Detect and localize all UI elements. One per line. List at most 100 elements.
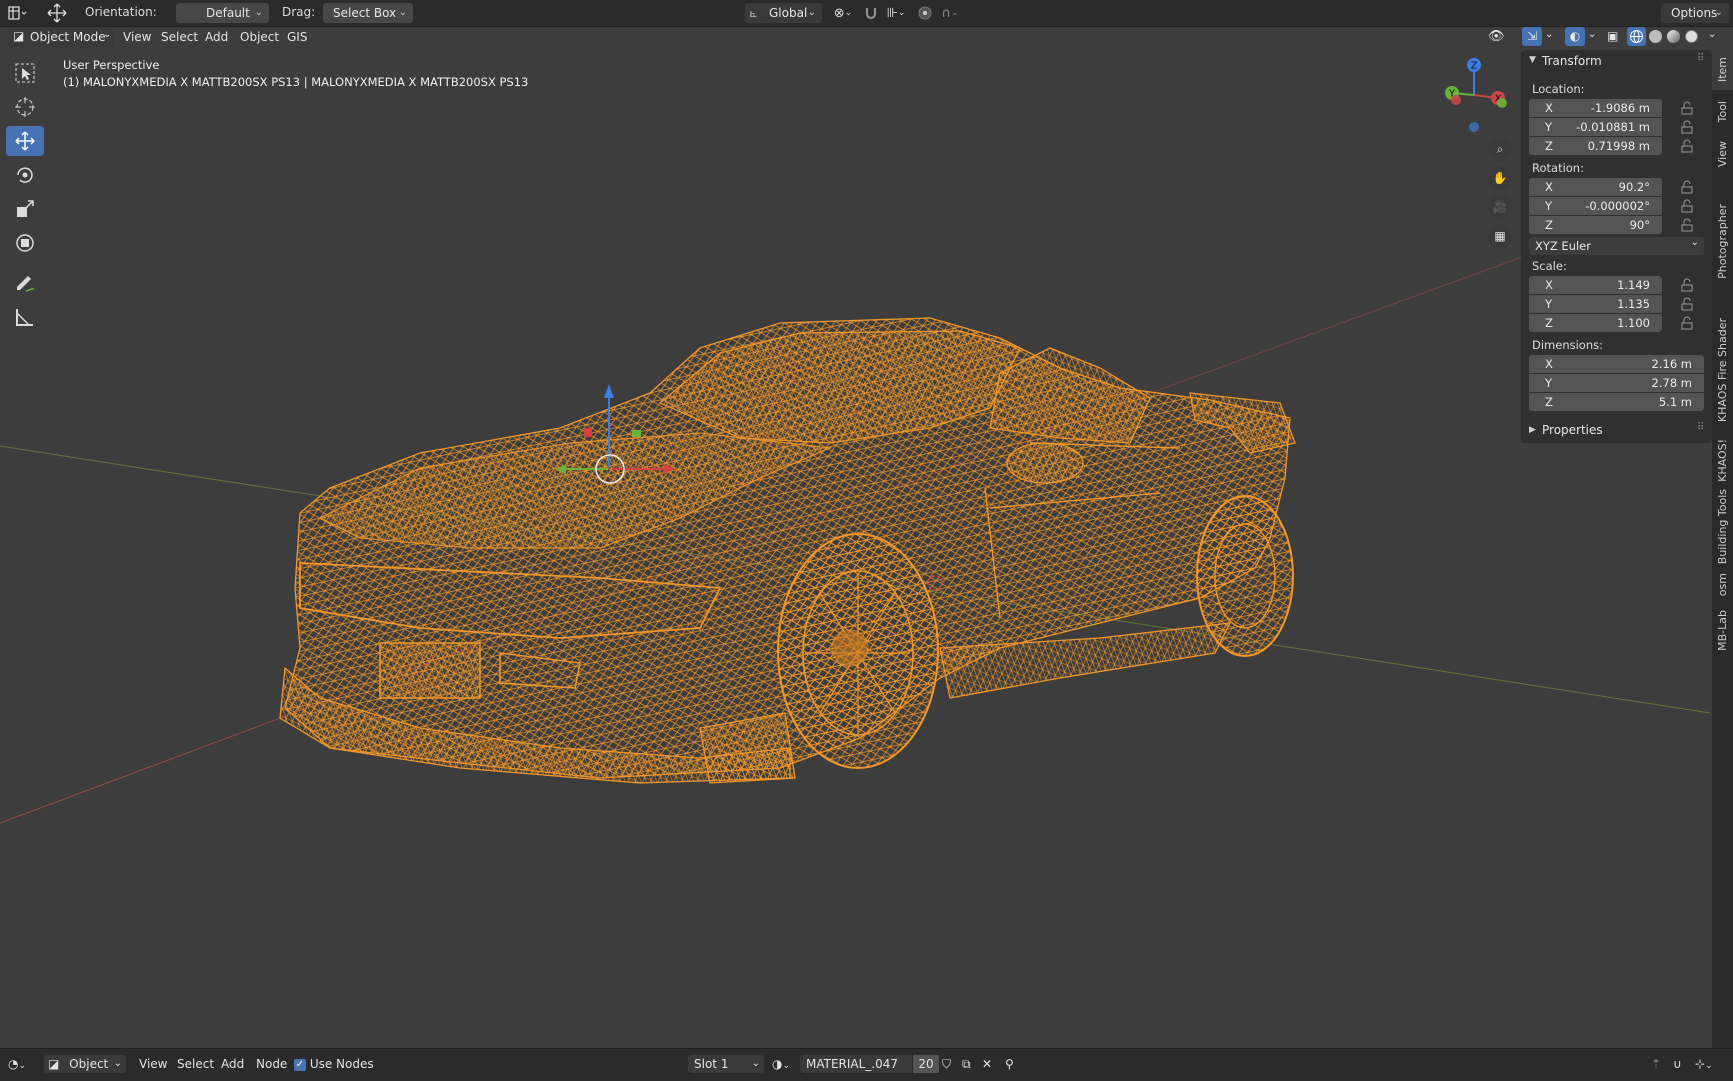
car-wireframe[interactable] — [279, 317, 1296, 784]
menu-object[interactable]: Object — [235, 28, 284, 46]
node-menu-view[interactable]: View — [139, 1055, 167, 1073]
location-label: Location: — [1532, 82, 1585, 96]
editor-type-icon[interactable] — [6, 3, 28, 23]
proportional-edit-icon[interactable] — [914, 3, 936, 23]
use-nodes-checkbox[interactable]: ✓ Use Nodes — [294, 1055, 374, 1073]
snap-target-icon[interactable]: ⊹⌄ — [1695, 1055, 1713, 1073]
pan-hand-icon[interactable]: ✋ — [1488, 166, 1512, 190]
lock-icon[interactable] — [1680, 180, 1694, 194]
tab-khaos[interactable]: KHAOS! — [1712, 435, 1733, 485]
node-menu-add[interactable]: Add — [221, 1055, 244, 1073]
scale-z-field[interactable]: Z 1.100 — [1529, 314, 1662, 332]
3d-viewport[interactable] — [0, 48, 1710, 1048]
rotation-z-field[interactable]: Z 90° — [1529, 216, 1662, 234]
editor-type-icon[interactable]: ◔⌄ — [8, 1055, 36, 1073]
material-shading-icon[interactable] — [1667, 30, 1680, 43]
transform-orientation-dropdown[interactable]: ⦜ Global ⌄ — [745, 3, 822, 23]
tab-osm[interactable]: osm — [1712, 569, 1733, 601]
tab-building-tools[interactable]: Building Tools — [1712, 487, 1733, 567]
slot-dropdown[interactable]: Slot 1 ⌄ — [688, 1055, 764, 1073]
solid-shading-icon[interactable] — [1649, 30, 1662, 43]
snap-icon[interactable] — [860, 3, 882, 23]
use-nodes-label: Use Nodes — [309, 1057, 374, 1071]
lock-icon[interactable] — [1680, 218, 1694, 232]
navigation-gizmo[interactable]: Z X Y — [1438, 55, 1518, 135]
dimensions-x-field[interactable]: X 2.16 m — [1529, 355, 1704, 373]
measure-tool-icon[interactable] — [6, 302, 44, 332]
location-x-field[interactable]: X -1.9086 m — [1529, 99, 1662, 117]
tab-photographer[interactable]: Photographer — [1712, 176, 1733, 306]
snap-icon[interactable]: ∪ — [1673, 1055, 1682, 1073]
falloff-icon[interactable]: ∩ ⌄ — [935, 3, 965, 23]
pivot-point-icon[interactable]: ⊗ ⌄ — [829, 3, 857, 23]
lock-icon[interactable] — [1680, 139, 1694, 153]
menu-view[interactable]: View — [118, 28, 156, 46]
scale-y-field[interactable]: Y 1.135 — [1529, 295, 1662, 313]
options-dropdown[interactable]: Options ⌄ — [1661, 3, 1729, 23]
zoom-icon[interactable]: ⌕ — [1488, 137, 1512, 161]
material-user-count[interactable]: 20 — [913, 1055, 939, 1073]
camera-icon[interactable]: 🎥 — [1488, 195, 1512, 219]
transform-tool-icon[interactable] — [6, 228, 44, 258]
lock-icon[interactable] — [1680, 278, 1694, 292]
location-z-field[interactable]: Z 0.71998 m — [1529, 137, 1662, 155]
menu-select[interactable]: Select — [156, 28, 203, 46]
move-tool-icon[interactable] — [6, 126, 44, 156]
orientation-dropdown[interactable]: Default ⌄ — [176, 3, 269, 23]
tab-mb-lab[interactable]: MB-Lab — [1712, 603, 1733, 658]
lock-icon[interactable] — [1680, 297, 1694, 311]
shader-type-dropdown[interactable]: ◪ Object ⌄ — [44, 1055, 126, 1073]
disclosure-right-icon[interactable]: ▶ — [1529, 425, 1536, 435]
tab-tool[interactable]: Tool — [1712, 92, 1733, 132]
rotation-x-field[interactable]: X 90.2° — [1529, 178, 1662, 196]
lock-icon[interactable] — [1680, 120, 1694, 134]
parent-node-tree-icon[interactable]: ⇡ — [1651, 1055, 1661, 1073]
rotate-tool-icon[interactable] — [6, 160, 44, 190]
menu-gis[interactable]: GIS — [282, 28, 312, 46]
location-y-field[interactable]: Y -0.010881 m — [1529, 118, 1662, 136]
tab-khaos-fire-shader[interactable]: KHAOS Fire Shader — [1712, 308, 1733, 433]
scale-tool-icon[interactable] — [6, 194, 44, 224]
lock-icon[interactable] — [1680, 199, 1694, 213]
tab-view[interactable]: View — [1712, 134, 1733, 174]
drag-handle-icon[interactable]: ⠿ — [1697, 53, 1704, 64]
wireframe-shading-icon[interactable] — [1627, 27, 1646, 46]
dimensions-y-field[interactable]: Y 2.78 m — [1529, 374, 1704, 392]
chevron-down-icon: ⌄ — [1588, 29, 1597, 40]
drag-handle-icon[interactable]: ⠿ — [1697, 422, 1704, 433]
xray-toggle-icon[interactable]: ▣ — [1607, 29, 1618, 43]
transform-title[interactable]: Transform — [1542, 54, 1602, 68]
lock-icon[interactable] — [1680, 101, 1694, 115]
grid-view-icon[interactable]: ▦ — [1488, 224, 1512, 248]
rotation-y-field[interactable]: Y -0.000002° — [1529, 197, 1662, 215]
annotate-tool-icon[interactable] — [6, 268, 44, 298]
overlays-toggle-icon[interactable]: ◐ — [1565, 27, 1585, 46]
unlink-material-close-icon[interactable]: ✕ — [982, 1055, 992, 1073]
material-browse-icon[interactable]: ◑⌄ — [772, 1055, 800, 1073]
disclosure-down-icon[interactable]: ▼ — [1529, 55, 1536, 65]
node-menu-select[interactable]: Select — [177, 1055, 214, 1073]
chevron-down-icon: ⌄ — [398, 7, 407, 18]
gizmo-toggle-icon[interactable]: ⇲ — [1522, 27, 1542, 46]
snap-target-icon[interactable]: ⊪ ⌄ — [881, 3, 911, 23]
duplicate-material-icon[interactable]: ⧉ — [962, 1055, 971, 1073]
material-name-field[interactable]: MATERIAL_.047 — [800, 1055, 912, 1073]
dimensions-z-field[interactable]: Z 5.1 m — [1529, 393, 1704, 411]
visibility-eye-icon[interactable]: 👁 — [1488, 29, 1505, 44]
properties-title[interactable]: Properties — [1542, 423, 1603, 437]
pin-icon[interactable]: ⚲ — [1005, 1055, 1014, 1073]
rendered-shading-icon[interactable] — [1685, 30, 1698, 43]
node-menu-node[interactable]: Node — [256, 1055, 287, 1073]
menu-add[interactable]: Add — [200, 28, 233, 46]
fake-user-shield-icon[interactable]: ⛉ — [942, 1055, 951, 1073]
tab-item[interactable]: Item — [1712, 50, 1733, 90]
lock-icon[interactable] — [1680, 316, 1694, 330]
transform-pivot-icon[interactable] — [46, 3, 68, 23]
mode-dropdown[interactable]: ◪ Object Mode ⌄ — [8, 28, 114, 47]
rotation-mode-dropdown[interactable]: XYZ Euler ⌄ — [1529, 237, 1704, 255]
drag-dropdown[interactable]: Select Box ⌄ — [323, 3, 413, 23]
scale-x-field[interactable]: X 1.149 — [1529, 276, 1662, 294]
cursor-tool-icon[interactable] — [6, 92, 44, 122]
select-box-tool-icon[interactable] — [6, 58, 44, 88]
rotation-label: Rotation: — [1532, 161, 1584, 175]
